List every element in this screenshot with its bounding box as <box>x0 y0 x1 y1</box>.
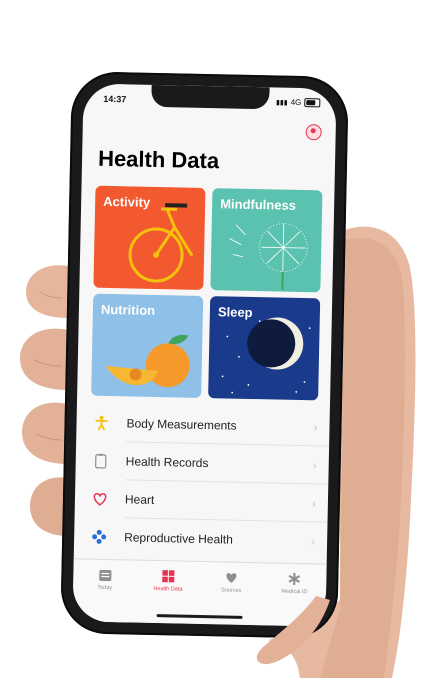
thumb-image <box>256 596 330 665</box>
